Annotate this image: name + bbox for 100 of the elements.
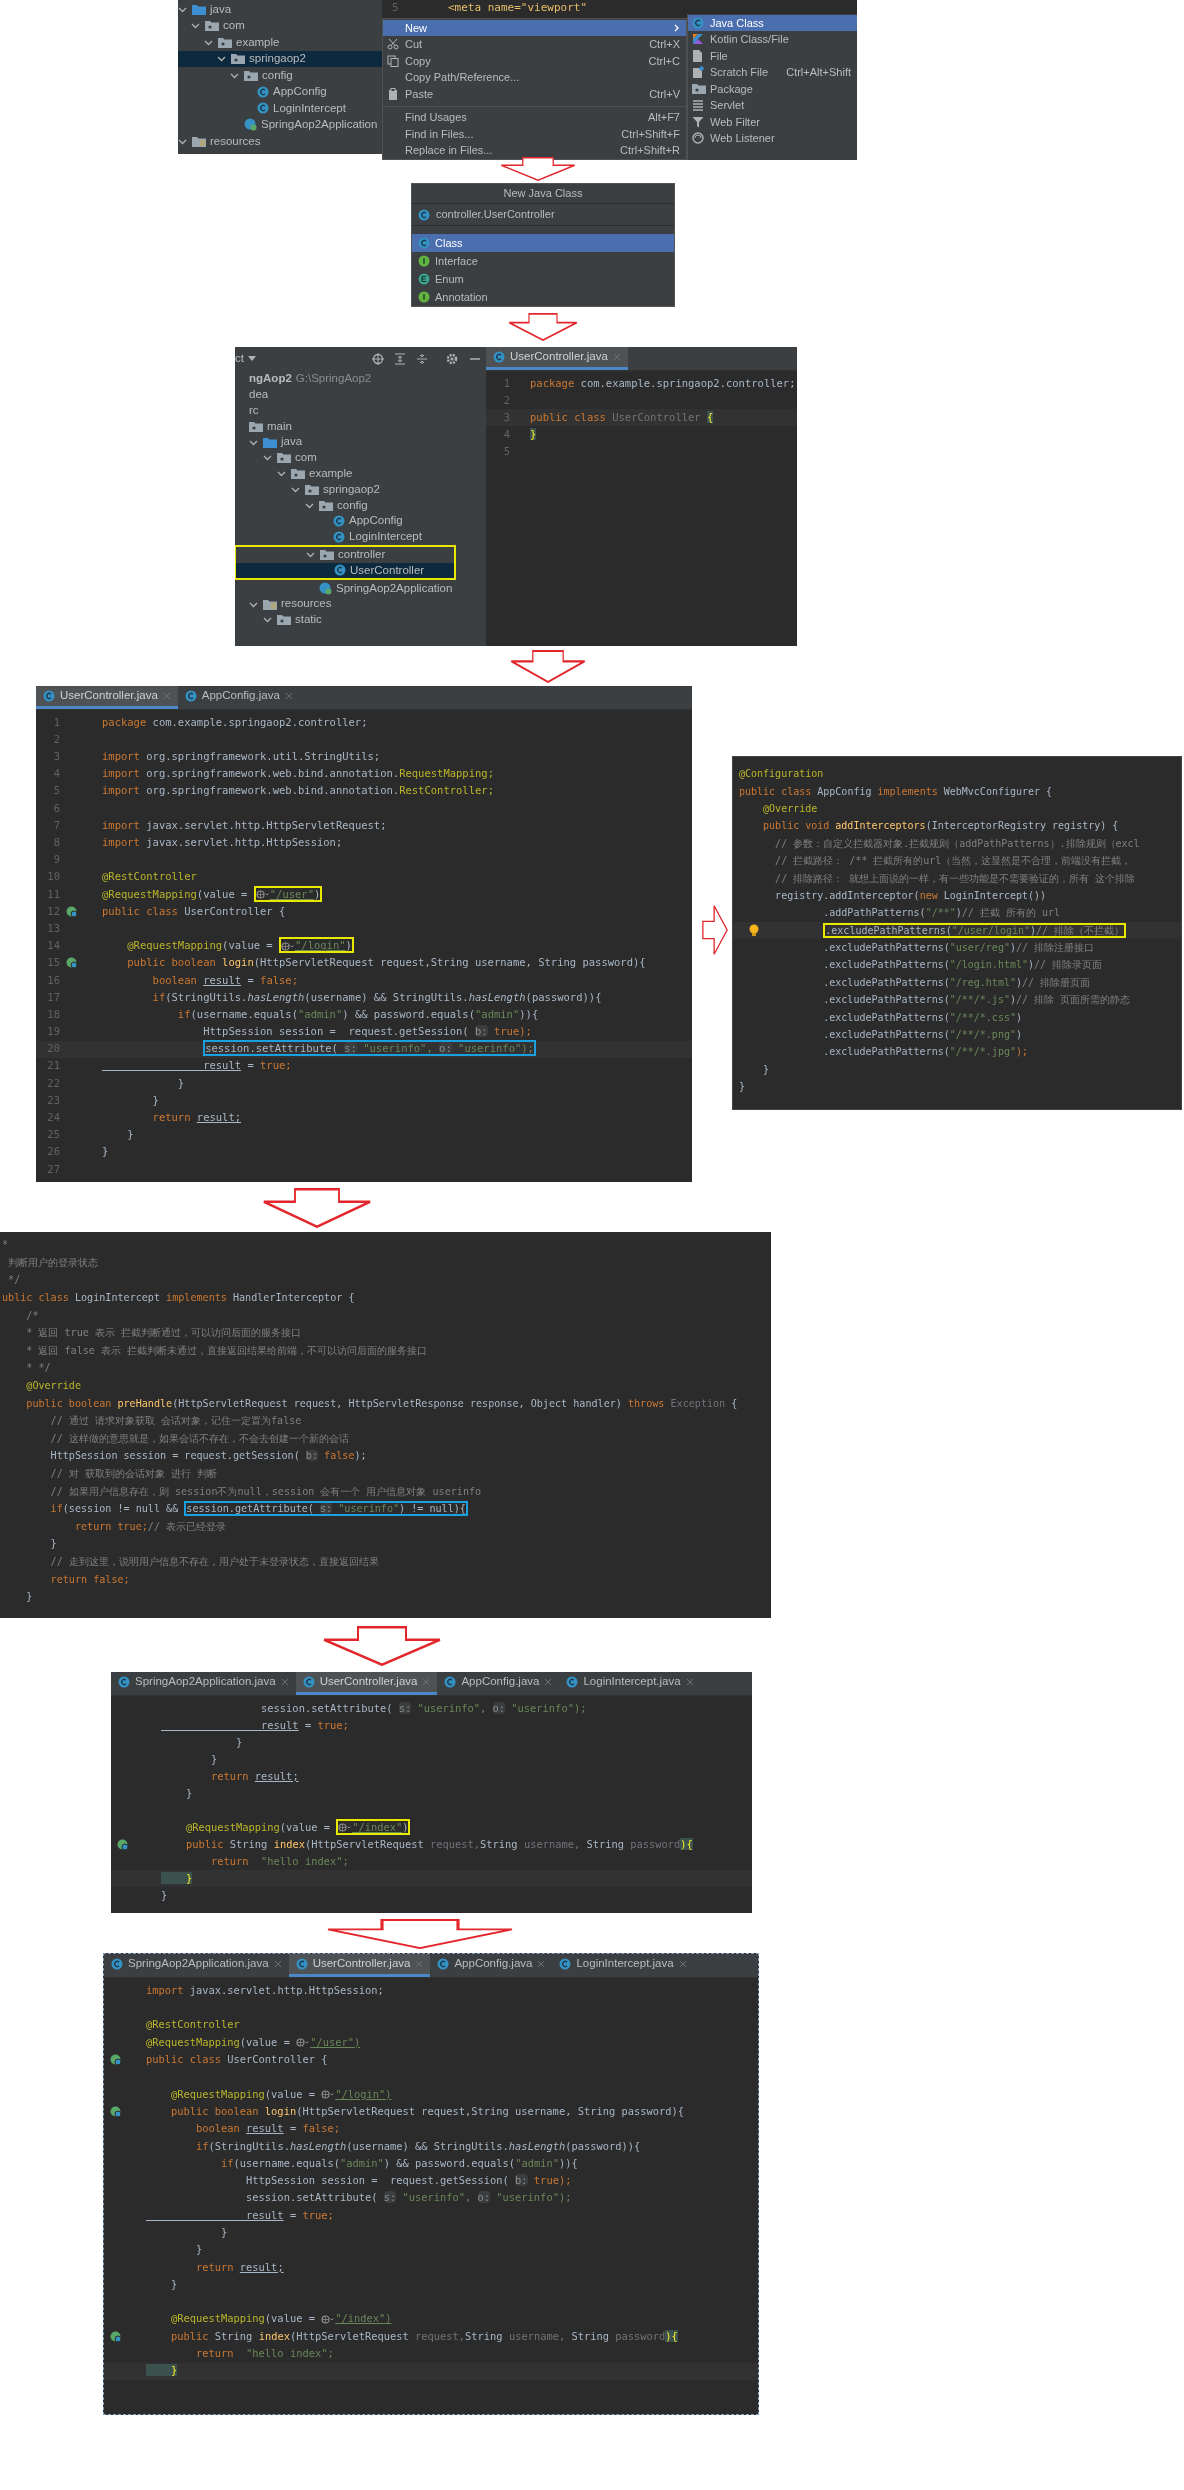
tree-item[interactable]: static [235, 611, 486, 628]
bean-icon[interactable] [66, 957, 78, 970]
code-line: * */ [25, 1361, 51, 1376]
menu-item[interactable]: New [383, 19, 686, 36]
chevron-down-icon[interactable] [217, 54, 226, 64]
list-option[interactable]: Enum [412, 270, 674, 288]
chevron-down-icon[interactable] [263, 453, 272, 463]
menu-item[interactable]: Replace in Files... Ctrl+Shift+R [383, 142, 686, 159]
code-line: return false; [49, 1572, 130, 1587]
tree-item[interactable]: springaop2 [235, 481, 486, 498]
line-number: 10 [46, 869, 60, 885]
enum-icon [418, 273, 430, 285]
bean-icon[interactable] [117, 1838, 129, 1851]
tree-item[interactable]: AppConfig [235, 513, 486, 529]
tree-item[interactable]: ngAop2 G:\SpringAop2 [235, 371, 486, 387]
tree-label: rc [249, 402, 259, 418]
editor-tab[interactable]: SpringAop2Application.java [111, 1672, 296, 1695]
menu-item[interactable]: Web Filter [688, 113, 857, 130]
menu-item[interactable]: Find in Files... Ctrl+Shift+F [383, 125, 686, 142]
tree-item[interactable]: SpringAop2Application [178, 116, 382, 133]
line-number: 19 [46, 1024, 60, 1040]
tab-label: LoginIntercept.java [576, 1956, 674, 1972]
tree-item[interactable]: java [235, 434, 486, 450]
chevron-down-icon[interactable] [191, 21, 200, 31]
list-option[interactable]: Annotation [412, 288, 674, 306]
tree-item[interactable]: main [235, 418, 486, 435]
editor-tab[interactable]: UserController.java [288, 1954, 431, 1977]
name-field[interactable]: controller.UserController [412, 204, 674, 226]
tree-item[interactable]: java [178, 1, 382, 18]
collapse-icon[interactable] [416, 353, 428, 365]
chevron-down-icon[interactable] [263, 615, 272, 625]
tree-item[interactable]: springaop2 [178, 50, 382, 67]
code-line: if(StringUtils.hasLength(username) && StringUtils.hasLength(password)){ [151, 989, 602, 1005]
list-option[interactable]: Interface [412, 252, 674, 270]
settings-icon[interactable] [446, 353, 458, 365]
tree-item[interactable]: UserController [236, 562, 454, 579]
toolbar-label[interactable]: ct [235, 350, 244, 368]
tree-item[interactable]: LoginIntercept [178, 100, 382, 117]
editor-tab[interactable]: UserController.java [295, 1672, 438, 1695]
bean-icon[interactable] [110, 2053, 122, 2066]
tree-item[interactable]: dea [235, 386, 486, 403]
menu-item[interactable]: Scratch File Ctrl+Alt+Shift [688, 64, 857, 81]
menu-item[interactable]: Find Usages Alt+F7 [383, 109, 686, 126]
bean-icon[interactable] [66, 905, 78, 918]
editor-tab[interactable]: LoginIntercept.java [559, 1672, 701, 1695]
bean-icon[interactable] [110, 2105, 122, 2118]
class-icon [566, 1676, 579, 1688]
tree-item[interactable]: controller [236, 546, 454, 563]
menu-item[interactable]: Servlet [688, 97, 857, 114]
tree-item[interactable]: com [235, 450, 486, 466]
tree-item[interactable]: resources [178, 133, 382, 150]
lightbulb-icon[interactable] [749, 923, 759, 937]
expand-icon[interactable] [394, 353, 406, 365]
tree-item[interactable]: example [178, 34, 382, 51]
code-line: } [170, 2276, 178, 2292]
tree-item[interactable]: com [178, 17, 382, 34]
menu-item[interactable]: Paste Ctrl+V [383, 85, 686, 102]
tree-item[interactable]: rc [235, 402, 486, 419]
code-line: 判断用户的登录状态 [7, 1255, 99, 1270]
tree-item[interactable]: config [178, 67, 382, 84]
tree-item[interactable]: LoginIntercept [235, 528, 486, 545]
editor-tab[interactable]: UserController.java [36, 686, 178, 709]
line-number: 3 [52, 749, 60, 765]
tree-item[interactable]: example [235, 465, 486, 482]
tree-item[interactable]: config [235, 497, 486, 514]
code-line: // 参数：自定义拦截器对象.拦截规则（addPathPatterns）.排除规则（excl [774, 836, 1140, 851]
menu-item[interactable]: File [688, 47, 857, 64]
crosshair-icon[interactable] [372, 353, 384, 365]
file-icon [692, 66, 704, 79]
menu-item[interactable]: Copy Ctrl+C [383, 52, 686, 69]
dropdown-icon[interactable] [247, 356, 256, 362]
class-icon [302, 1676, 315, 1688]
editor-tab[interactable]: AppConfig.java [437, 1672, 560, 1695]
code-line: if(username.equals("admin") && password.equals("admin")){ [220, 2155, 578, 2171]
menu-item[interactable]: Kotlin Class/File [688, 31, 857, 48]
menu-item[interactable]: Cut Ctrl+X [383, 36, 686, 53]
editor-tab[interactable]: UserController.java [486, 347, 628, 370]
editor-tab[interactable]: SpringAop2Application.java [104, 1954, 289, 1977]
editor-tab[interactable]: AppConfig.java [430, 1954, 553, 1977]
menu-item[interactable]: Java Class [688, 14, 857, 31]
tree-item[interactable]: SpringAop2Application [235, 580, 486, 597]
code-line: * 返回 false 表示 拦截判断未通过，直接返回结果给前端，不可以访问后面的服务接口 [25, 1343, 428, 1358]
editor-tab[interactable]: LoginIntercept.java [552, 1954, 694, 1977]
menu-item[interactable]: Copy Path/Reference... [383, 69, 686, 86]
chevron-down-icon[interactable] [306, 550, 315, 560]
line-number: 2 [502, 392, 510, 408]
class-icon [334, 564, 346, 577]
tree-item[interactable]: resources [235, 596, 486, 612]
menu-item[interactable]: Web Listener [688, 130, 857, 147]
tree-item[interactable]: AppConfig [178, 83, 382, 100]
line-number: 11 [46, 886, 60, 902]
class-icon [444, 1676, 457, 1688]
menu-item[interactable]: Package [688, 80, 857, 97]
code-line: public String index(HttpServletRequest request,String username, String password){ [185, 1836, 693, 1852]
code-line: .excludePathPatterns("/**/*.js")// 排除 页面所需的静态 [822, 993, 1131, 1008]
bean-icon[interactable] [110, 2330, 122, 2343]
list-option[interactable]: Class [412, 234, 674, 252]
chevron-down-icon[interactable] [277, 469, 286, 479]
editor-tab[interactable]: AppConfig.java [177, 686, 300, 709]
line-number: 7 [52, 817, 60, 833]
